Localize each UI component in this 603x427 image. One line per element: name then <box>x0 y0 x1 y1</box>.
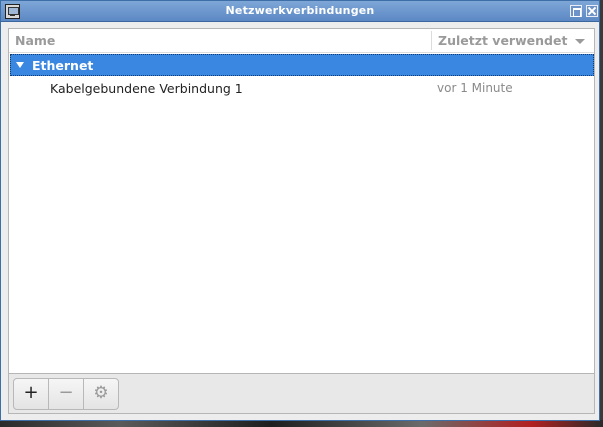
edit-connection-button[interactable]: ⚙ <box>83 378 119 410</box>
gear-icon: ⚙ <box>93 383 109 403</box>
network-connections-window: Netzwerkverbindungen Name Zuletzt verwen… <box>0 0 600 421</box>
connections-tree: Name Zuletzt verwendet Ethernet Kabelgeb… <box>8 28 595 374</box>
add-connection-button[interactable]: + <box>13 378 49 410</box>
maximize-icon[interactable] <box>570 5 582 17</box>
connection-name: Kabelgebundene Verbindung 1 <box>50 81 243 96</box>
connection-last-used: vor 1 Minute <box>437 81 513 95</box>
titlebar[interactable]: Netzwerkverbindungen <box>1 1 599 22</box>
group-row-ethernet[interactable]: Ethernet <box>10 54 594 76</box>
connection-toolbar: + − ⚙ <box>8 374 595 414</box>
group-label: Ethernet <box>32 58 94 73</box>
close-icon[interactable] <box>586 5 598 17</box>
column-divider[interactable] <box>431 31 432 50</box>
connection-row[interactable]: Kabelgebundene Verbindung 1 vor 1 Minute <box>10 77 594 99</box>
sort-descending-icon[interactable] <box>575 39 585 44</box>
column-header-last-used[interactable]: Zuletzt verwendet <box>438 33 567 48</box>
window-title: Netzwerkverbindungen <box>225 4 375 17</box>
column-header-name[interactable]: Name <box>15 33 55 48</box>
remove-connection-button[interactable]: − <box>48 378 84 410</box>
desktop-background <box>0 420 603 427</box>
tree-header: Name Zuletzt verwendet <box>9 29 594 53</box>
expander-down-icon[interactable] <box>16 62 24 68</box>
